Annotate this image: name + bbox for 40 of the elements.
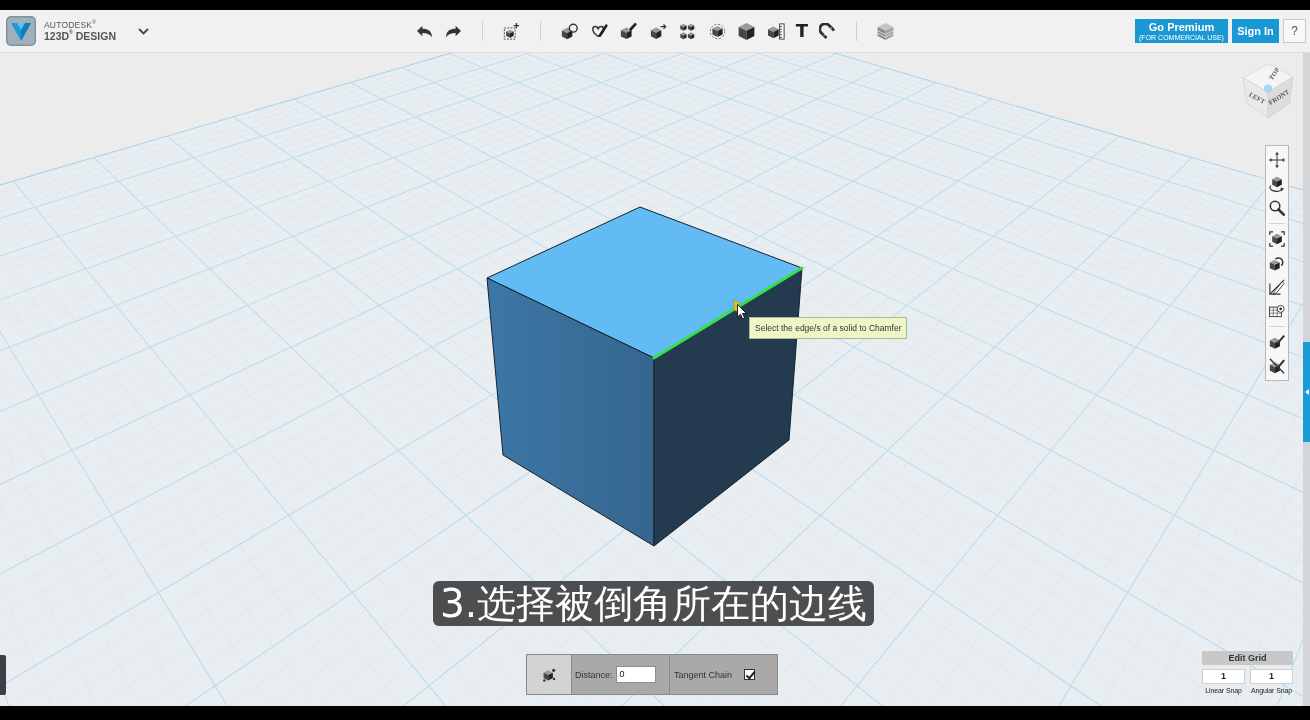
- magnet-icon[interactable]: [819, 22, 837, 40]
- brand-name: AUTODESK$^{®}$: [44, 20, 98, 29]
- layered-cube-icon[interactable]: [877, 22, 895, 40]
- orbit-icon[interactable]: [1269, 176, 1285, 192]
- cube-circle-icon[interactable]: [561, 22, 579, 40]
- video-subtitle: 3.选择被倒角所在的边线: [433, 581, 875, 626]
- snap-field[interactable]: 1: [1250, 669, 1293, 684]
- cube-ruler-icon[interactable]: [767, 22, 785, 40]
- cube-dashed-circle-icon[interactable]: [708, 22, 726, 40]
- caret-left-icon: [1304, 389, 1309, 395]
- snap-field[interactable]: 1: [1202, 669, 1245, 684]
- logo-icon: [6, 16, 36, 46]
- tangent-chain-checkbox[interactable]: [744, 669, 755, 680]
- cube-brush-icon[interactable]: [620, 22, 638, 40]
- chamfer-tool-button[interactable]: [527, 655, 572, 694]
- cursor-icon: [733, 299, 748, 320]
- distance-field[interactable]: 0: [615, 666, 656, 683]
- tangent-chain-label: Tangent Chain: [674, 669, 733, 680]
- cube-dots-icon: [542, 667, 556, 682]
- chevron-down-icon[interactable]: [138, 27, 149, 35]
- edit-grid-button[interactable]: Edit Grid: [1202, 651, 1293, 665]
- help-button[interactable]: ?: [1283, 19, 1306, 43]
- heart-pen-icon[interactable]: [590, 22, 608, 40]
- product-name: 123D$^{®}$ DESIGN: [44, 31, 116, 42]
- add-cube-icon[interactable]: [503, 22, 521, 40]
- text-tool[interactable]: T: [795, 21, 809, 41]
- pencil-slash-icon[interactable]: [1269, 279, 1285, 295]
- cube-pencil-slash-icon[interactable]: [1269, 358, 1285, 374]
- cube-pencil-icon[interactable]: [1269, 334, 1285, 350]
- cube-icon[interactable]: [738, 22, 756, 40]
- cube-in-frame-icon[interactable]: [1269, 231, 1285, 247]
- distance-label: Distance:: [575, 669, 613, 680]
- cube-arrow-icon[interactable]: [649, 22, 667, 40]
- pan-arrows-icon[interactable]: [1269, 152, 1285, 168]
- cube-loop-icon[interactable]: [1269, 255, 1285, 271]
- tooltip: Select the edge/s of a solid to Chamfer: [749, 317, 908, 339]
- cube-grid-icon[interactable]: [679, 22, 697, 40]
- panel-toggle-button[interactable]: [1303, 342, 1310, 442]
- grid-eye-icon[interactable]: [1269, 303, 1285, 319]
- magnifier-icon[interactable]: [1269, 200, 1285, 216]
